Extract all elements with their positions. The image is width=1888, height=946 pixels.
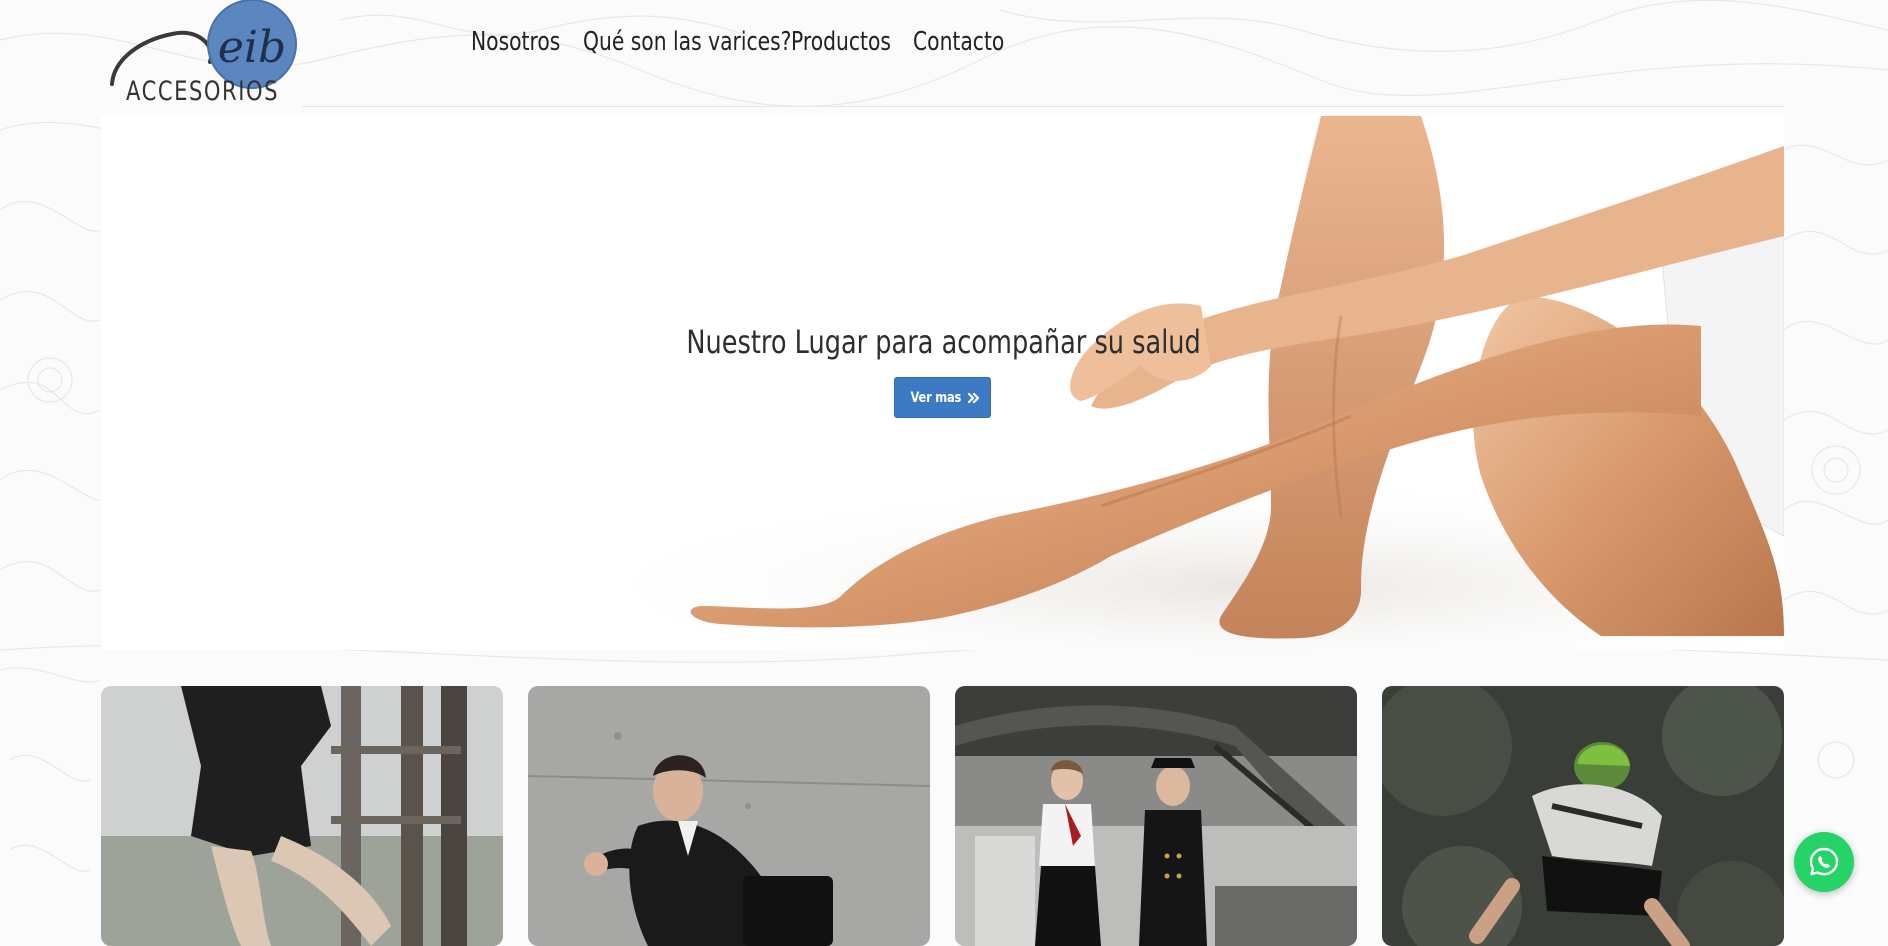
woman-climbing-photo [101,686,503,946]
main-nav: Nosotros Qué son las varices? Productos … [0,0,1888,107]
hero-title: Nuestro Lugar para acompañar su salud [686,323,1201,361]
card-businessman[interactable] [528,686,930,946]
card-woman-climbing[interactable] [101,686,503,946]
nav-divider [302,106,1784,107]
double-chevron-right-icon [968,392,980,403]
businessman-running-photo [528,686,930,946]
card-cyclist[interactable] [1382,686,1784,946]
whatsapp-button[interactable] [1794,832,1854,892]
cyclist-photo [1382,686,1784,946]
logo-text: ACCESORIOS [126,76,280,107]
ver-mas-label: Ver mas [910,389,961,406]
card-flight-crew[interactable] [955,686,1357,946]
nav-link-nosotros[interactable]: Nosotros [471,24,560,60]
flight-crew-photo [955,686,1357,946]
nav-link-varices[interactable]: Qué son las varices? [583,24,791,60]
ver-mas-button[interactable]: Ver mas [894,377,991,418]
nav-link-productos[interactable]: Productos [791,24,891,60]
nav-link-contacto[interactable]: Contacto [913,24,1004,60]
whatsapp-icon [1809,847,1839,876]
